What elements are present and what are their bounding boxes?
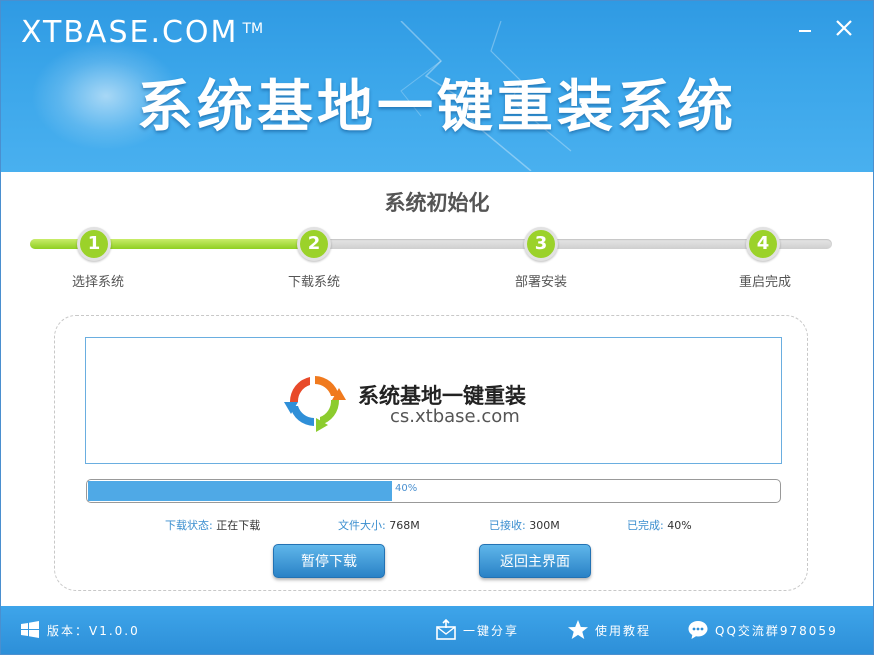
stat-received: 已接收: 300M (489, 517, 560, 533)
stat-status: 下载状态: 正在下载 (165, 517, 260, 533)
logo-url: cs.xtbase.com (390, 406, 520, 427)
step-2-label: 下载系统 (287, 275, 340, 290)
download-progress-bar: 40% (86, 479, 781, 503)
share-icon (436, 619, 456, 640)
tutorial-link[interactable]: 使用教程 (567, 606, 651, 654)
step-track-fill (30, 239, 315, 249)
version-info: 版本：V1.0.0 (19, 606, 140, 654)
chat-icon (688, 621, 708, 639)
close-icon[interactable] (833, 17, 855, 39)
hero-title: 系统基地一键重装系统 (137, 75, 737, 140)
footer-bar: 版本：V1.0.0 一键分享 使用教程 QQ交流群978059 (1, 606, 873, 654)
version-text: 版本：V1.0.0 (47, 623, 140, 638)
qq-group-label: QQ交流群978059 (715, 623, 838, 638)
download-progress-text: 40% (395, 483, 418, 494)
step-track (30, 239, 832, 249)
stat-size-label: 文件大小: (338, 519, 386, 532)
step-3-label: 部署安装 (514, 275, 567, 290)
stat-done-value: 40% (667, 519, 692, 532)
qq-group-link[interactable]: QQ交流群978059 (687, 606, 838, 654)
tutorial-label: 使用教程 (595, 623, 652, 638)
stat-received-label: 已接收: (489, 519, 526, 532)
share-link[interactable]: 一键分享 (435, 606, 519, 654)
step-1-circle: 1 (77, 227, 111, 261)
step-3-circle: 3 (524, 227, 558, 261)
minimize-icon[interactable] (795, 17, 817, 39)
stat-done-label: 已完成: (627, 519, 664, 532)
brand-logo-text: XTBASE.COM TM (21, 15, 263, 51)
step-4-circle: 4 (746, 227, 780, 261)
recycle-arrows-icon (284, 376, 346, 432)
stat-received-value: 300M (529, 519, 560, 532)
stat-size: 文件大小: 768M (338, 517, 420, 533)
stat-size-value: 768M (389, 519, 420, 532)
star-icon (568, 620, 588, 639)
step-2-circle: 2 (297, 227, 331, 261)
return-home-button[interactable]: 返回主界面 (479, 544, 591, 578)
stat-done: 已完成: 40% (627, 517, 692, 533)
step-4-label: 重启完成 (738, 275, 791, 290)
step-1-label: 选择系统 (71, 275, 124, 290)
step-title: 系统初始化 (384, 191, 490, 215)
brand-name: XTBASE.COM (21, 15, 239, 50)
windows-icon (21, 621, 39, 638)
stat-status-label: 下载状态: (165, 519, 213, 532)
download-progress-fill (88, 481, 392, 501)
share-label: 一键分享 (463, 623, 520, 638)
trademark-mark: TM (242, 21, 264, 37)
installer-window: XTBASE.COM TM 系统基地一键重装系统 系统初始化 1 2 3 4 选择… (0, 0, 874, 655)
stat-status-value: 正在下载 (216, 519, 261, 532)
header-banner: XTBASE.COM TM 系统基地一键重装系统 (1, 1, 873, 172)
pause-download-button[interactable]: 暂停下载 (273, 544, 385, 578)
product-banner: 系统基地一键重装 cs.xtbase.com (85, 337, 782, 464)
